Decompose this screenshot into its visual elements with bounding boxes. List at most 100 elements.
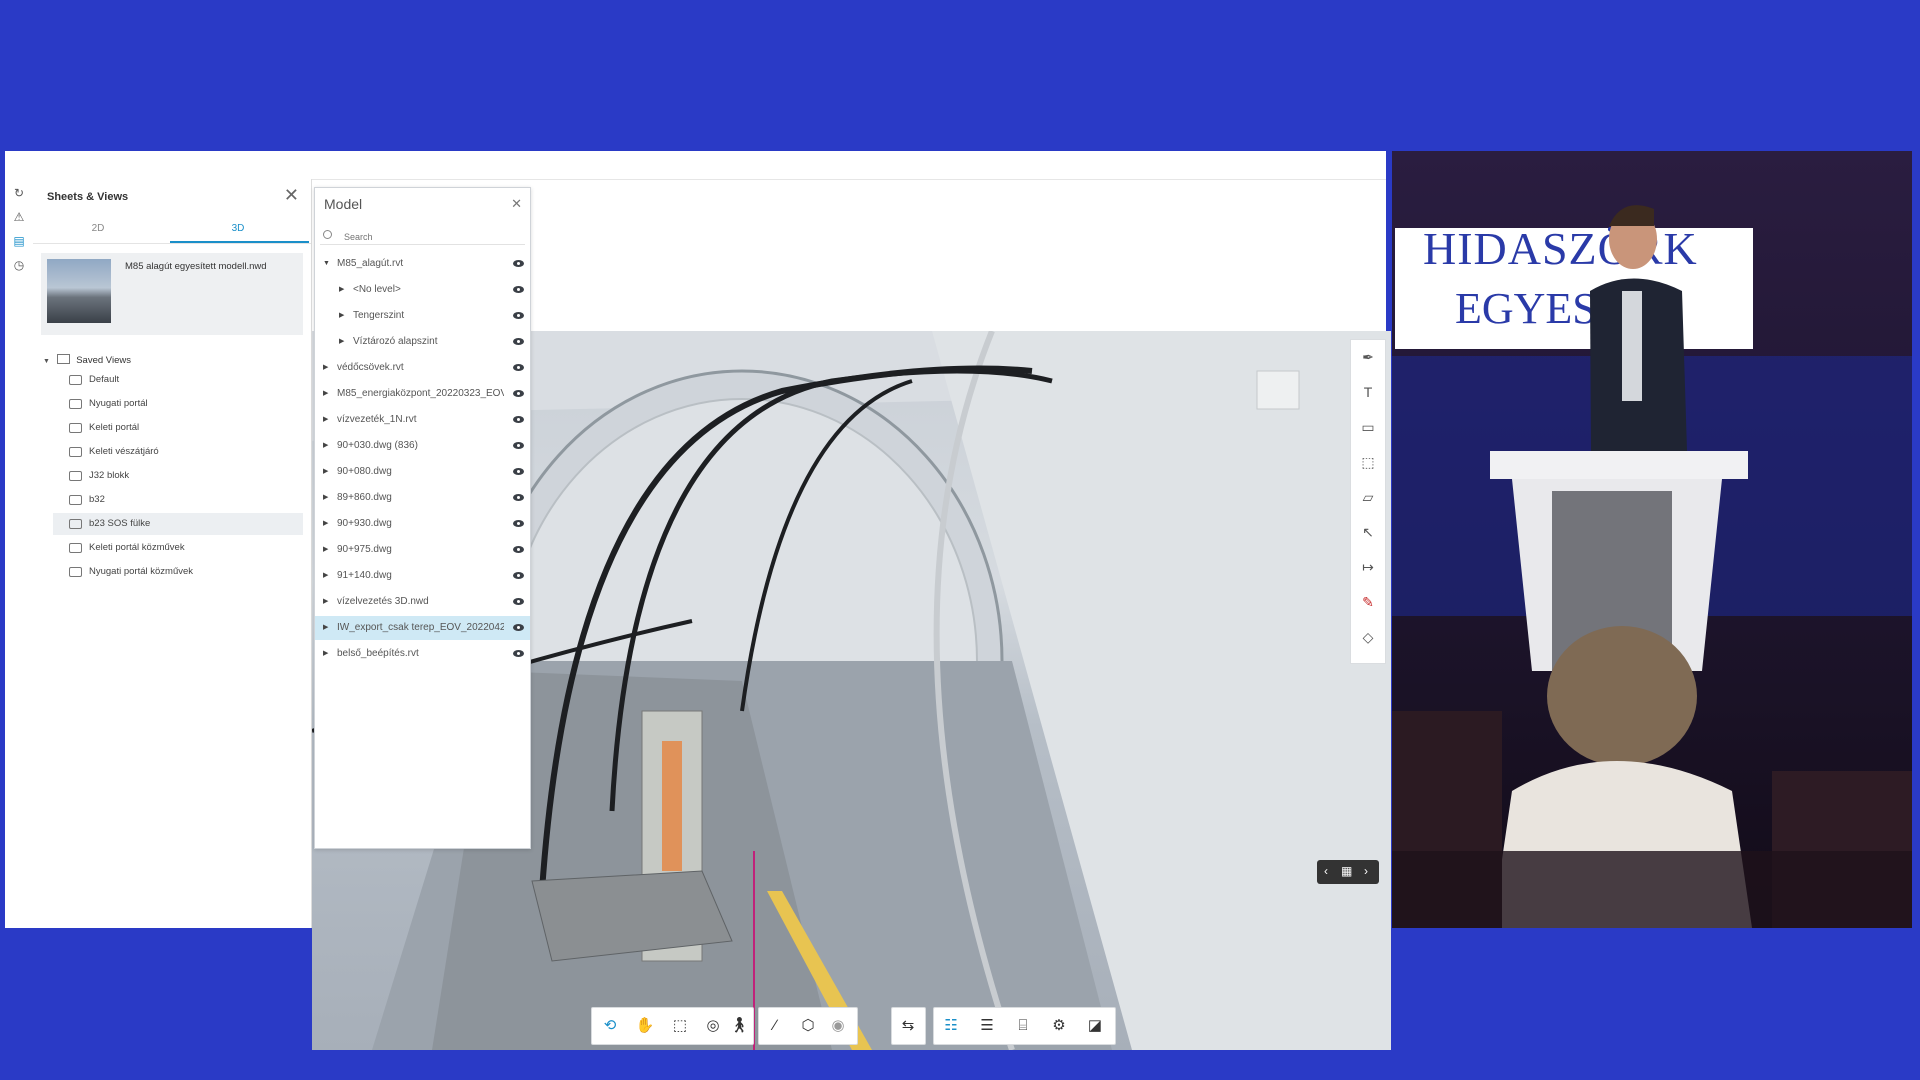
saved-view-item[interactable]: b32 (53, 489, 303, 511)
compare-icon[interactable]: ⇆ (897, 1015, 919, 1037)
saved-view-item[interactable]: b23 SOS fülke (53, 513, 303, 535)
chevron-right-icon[interactable]: ▶ (323, 512, 328, 536)
visibility-eye-icon[interactable] (513, 338, 524, 345)
tab-2d[interactable]: 2D (63, 223, 133, 234)
history-icon[interactable]: ↻ (11, 185, 27, 201)
saved-view-item[interactable]: Keleti portál (53, 417, 303, 439)
chevron-right-icon[interactable]: ▶ (323, 356, 328, 380)
close-icon[interactable]: ✕ (511, 196, 522, 212)
measure-icon[interactable]: ∕ (764, 1015, 786, 1037)
model-tree-row[interactable]: ▶ 90+080.dwg (315, 460, 530, 484)
model-tree-row[interactable]: ▶ M85_energiaközpont_20220323_EOV.rvt (315, 382, 530, 406)
chevron-right-icon[interactable]: ▶ (323, 616, 328, 640)
chevron-right-icon[interactable]: ▶ (323, 382, 328, 406)
fullscreen-icon[interactable]: ◪ (1084, 1015, 1106, 1037)
model-tree-row[interactable]: ▶ 89+860.dwg (315, 486, 530, 510)
visibility-eye-icon[interactable] (513, 546, 524, 553)
clock-icon[interactable]: ◷ (11, 257, 27, 273)
visibility-eye-icon[interactable] (513, 494, 524, 501)
chevron-right-icon[interactable]: ▶ (339, 330, 344, 354)
saved-views-header[interactable]: ▼ Saved Views (43, 354, 131, 366)
text-icon[interactable]: T (1357, 381, 1379, 403)
dimension-icon[interactable]: ↦ (1357, 556, 1379, 578)
saved-view-label: Nyugati portál közművek (89, 566, 194, 577)
visibility-eye-icon[interactable] (513, 442, 524, 449)
visibility-eye-icon[interactable] (513, 260, 524, 267)
chevron-right-icon[interactable]: ▶ (323, 460, 328, 484)
model-tree-row[interactable]: ▶ vízvezeték_1N.rvt (315, 408, 530, 432)
model-tree-row[interactable]: ▶ 91+140.dwg (315, 564, 530, 588)
visibility-eye-icon[interactable] (513, 286, 524, 293)
search-input[interactable] (342, 228, 516, 245)
chevron-right-icon[interactable]: ▶ (339, 304, 344, 328)
markup-icon[interactable]: ✒ (1357, 346, 1379, 368)
close-icon[interactable]: ✕ (284, 185, 299, 206)
properties-icon[interactable]: ⌸ (1012, 1015, 1034, 1037)
visibility-eye-icon[interactable] (513, 598, 524, 605)
visibility-eye-icon[interactable] (513, 312, 524, 319)
chevron-right-icon[interactable]: ▶ (323, 538, 328, 562)
layers-icon[interactable]: ☰ (976, 1015, 998, 1037)
model-tree-row[interactable]: ▶ 90+930.dwg (315, 512, 530, 536)
fit-icon[interactable]: ⬚ (669, 1015, 691, 1037)
model-tree-row[interactable]: ▶ Víztározó alapszint (315, 330, 530, 354)
model-tree-row[interactable]: ▶ IW_export_csak terep_EOV_20220426 (315, 616, 530, 640)
warning-icon[interactable]: ⚠ (11, 209, 27, 225)
explode-icon[interactable]: ◉ (827, 1015, 849, 1037)
pen-icon[interactable]: ✎ (1357, 591, 1379, 613)
chevron-right-icon[interactable]: ▶ (323, 486, 328, 510)
chevron-down-icon[interactable]: ▼ (323, 252, 330, 276)
chevron-left-icon[interactable]: ‹ (1324, 864, 1328, 878)
fill-icon[interactable]: ◇ (1357, 626, 1379, 648)
visibility-eye-icon[interactable] (513, 624, 524, 631)
chevron-right-icon[interactable]: ▶ (323, 564, 328, 588)
saved-view-item[interactable]: Keleti portál közművek (53, 537, 303, 559)
visibility-eye-icon[interactable] (513, 390, 524, 397)
orbit-icon[interactable]: ⟲ (599, 1015, 621, 1037)
saved-view-item[interactable]: Default (53, 369, 303, 391)
visibility-eye-icon[interactable] (513, 572, 524, 579)
visibility-eye-icon[interactable] (513, 416, 524, 423)
model-tree-row[interactable]: ▼ M85_alagút.rvt (315, 252, 530, 276)
model-card[interactable]: M85 alagút egyesített modell.nwd (41, 253, 303, 335)
camera-icon[interactable]: ◎ (702, 1015, 724, 1037)
saved-view-item[interactable]: Nyugati portál közművek (53, 561, 303, 583)
visibility-eye-icon[interactable] (513, 650, 524, 657)
chevron-right-icon[interactable]: ▶ (323, 642, 328, 666)
model-tree-row[interactable]: ▶ belső_beépítés.rvt (315, 642, 530, 666)
chevron-right-icon[interactable]: ▶ (323, 434, 328, 458)
polygon-icon[interactable]: ▱ (1357, 486, 1379, 508)
tab-3d[interactable]: 3D (203, 223, 273, 234)
camera-icon (69, 375, 82, 385)
camera-icon (69, 471, 82, 481)
saved-view-item[interactable]: Keleti vészátjáró (53, 441, 303, 463)
pan-icon[interactable]: ✋ (634, 1015, 656, 1037)
grid-icon[interactable]: ▦ (1341, 864, 1352, 878)
sheets-icon[interactable]: ▤ (11, 233, 27, 249)
visibility-eye-icon[interactable] (513, 468, 524, 475)
model-tree-row[interactable]: ▶ 90+030.dwg (836) (315, 434, 530, 458)
model-browser-icon[interactable]: ☷ (940, 1015, 962, 1037)
saved-view-item[interactable]: J32 blokk (53, 465, 303, 487)
model-tree-row[interactable]: ▶ védőcsövek.rvt (315, 356, 530, 380)
chevron-right-icon[interactable]: ▶ (323, 408, 328, 432)
sheet-navigator: ‹ ▦ › (1317, 860, 1379, 884)
model-tree-row[interactable]: ▶ <No level> (315, 278, 530, 302)
chevron-right-icon[interactable]: ▶ (323, 590, 328, 614)
rectangle-icon[interactable]: ⬚ (1357, 451, 1379, 473)
chevron-right-icon[interactable]: ▶ (339, 278, 344, 302)
model-panel-title: Model (324, 196, 363, 212)
callout-icon[interactable]: ▭ (1357, 416, 1379, 438)
saved-view-item[interactable]: Nyugati portál (53, 393, 303, 415)
settings-icon[interactable]: ⚙ (1048, 1015, 1070, 1037)
visibility-eye-icon[interactable] (513, 520, 524, 527)
walk-icon[interactable]: 🚶︎ (728, 1015, 750, 1037)
chevron-right-icon[interactable]: › (1364, 864, 1368, 878)
model-tree-row[interactable]: ▶ 90+975.dwg (315, 538, 530, 562)
section-icon[interactable]: ⬡ (797, 1015, 819, 1037)
visibility-eye-icon[interactable] (513, 364, 524, 371)
model-tree-row[interactable]: ▶ vízelvezetés 3D.nwd (315, 590, 530, 614)
saved-views-label: Saved Views (76, 355, 131, 366)
model-tree-row[interactable]: ▶ Tengerszint (315, 304, 530, 328)
arrow-icon[interactable]: ↖ (1357, 521, 1379, 543)
